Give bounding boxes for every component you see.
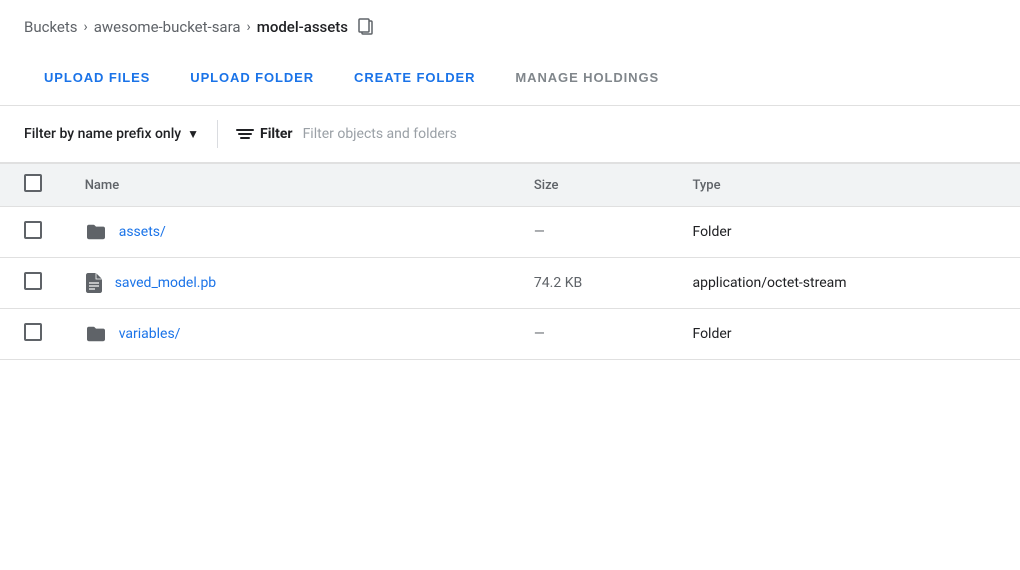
breadcrumb-bucket-name[interactable]: awesome-bucket-sara <box>94 18 241 36</box>
folder-icon <box>85 325 107 343</box>
filter-row: Filter by name prefix only ▼ Filter Filt… <box>0 106 1020 164</box>
filter-icon <box>236 129 254 139</box>
row-checkbox-0[interactable] <box>24 221 42 239</box>
table-header-type: Type <box>676 164 1020 207</box>
upload-files-button[interactable]: UPLOAD FILES <box>24 60 170 95</box>
table-header-size: Size <box>518 164 677 207</box>
row-name-link-2[interactable]: variables/ <box>119 326 181 342</box>
breadcrumb-chevron-1: › <box>84 19 88 35</box>
filter-button[interactable]: Filter <box>236 126 293 142</box>
create-folder-button[interactable]: CREATE FOLDER <box>334 60 495 95</box>
row-check-2 <box>0 309 69 360</box>
filter-dropdown-chevron: ▼ <box>187 127 199 141</box>
row-checkbox-2[interactable] <box>24 323 42 341</box>
breadcrumb-current: model-assets <box>257 18 348 36</box>
select-all-checkbox[interactable] <box>24 174 42 192</box>
upload-folder-button[interactable]: UPLOAD FOLDER <box>170 60 334 95</box>
filter-label: Filter <box>260 126 293 142</box>
row-size-1: 74.2 KB <box>518 258 677 309</box>
objects-table: Name Size Type assets/—Folder saved_mode… <box>0 164 1020 360</box>
row-type-0: Folder <box>676 207 1020 258</box>
table-row: variables/ —Folder <box>0 309 1020 360</box>
filter-dropdown[interactable]: Filter by name prefix only ▼ <box>24 120 199 148</box>
filter-divider <box>217 120 218 148</box>
table-header-check <box>0 164 69 207</box>
manage-holdings-button[interactable]: MANAGE HOLDINGS <box>495 60 679 95</box>
row-type-1: application/octet-stream <box>676 258 1020 309</box>
row-size-0: — <box>518 207 677 258</box>
table-header-name: Name <box>69 164 518 207</box>
row-name-link-0[interactable]: assets/ <box>119 224 166 240</box>
row-check-1 <box>0 258 69 309</box>
filter-dropdown-label: Filter by name prefix only <box>24 126 181 142</box>
file-icon <box>85 272 103 294</box>
row-name-1: saved_model.pb <box>69 258 518 309</box>
row-name-0: assets/ <box>69 207 518 258</box>
copy-path-icon[interactable] <box>358 18 374 36</box>
row-check-0 <box>0 207 69 258</box>
table-row: assets/ —Folder <box>0 207 1020 258</box>
row-name-link-1[interactable]: saved_model.pb <box>115 275 216 291</box>
row-checkbox-1[interactable] <box>24 272 42 290</box>
filter-search-placeholder[interactable]: Filter objects and folders <box>303 126 457 142</box>
action-toolbar: UPLOAD FILES UPLOAD FOLDER CREATE FOLDER… <box>0 50 1020 106</box>
row-size-2: — <box>518 309 677 360</box>
breadcrumb-chevron-2: › <box>247 19 251 35</box>
breadcrumb-buckets[interactable]: Buckets <box>24 18 78 36</box>
folder-icon <box>85 223 107 241</box>
row-name-2: variables/ <box>69 309 518 360</box>
breadcrumb: Buckets › awesome-bucket-sara › model-as… <box>0 0 1020 50</box>
table-row: saved_model.pb 74.2 KBapplication/octet-s… <box>0 258 1020 309</box>
row-type-2: Folder <box>676 309 1020 360</box>
